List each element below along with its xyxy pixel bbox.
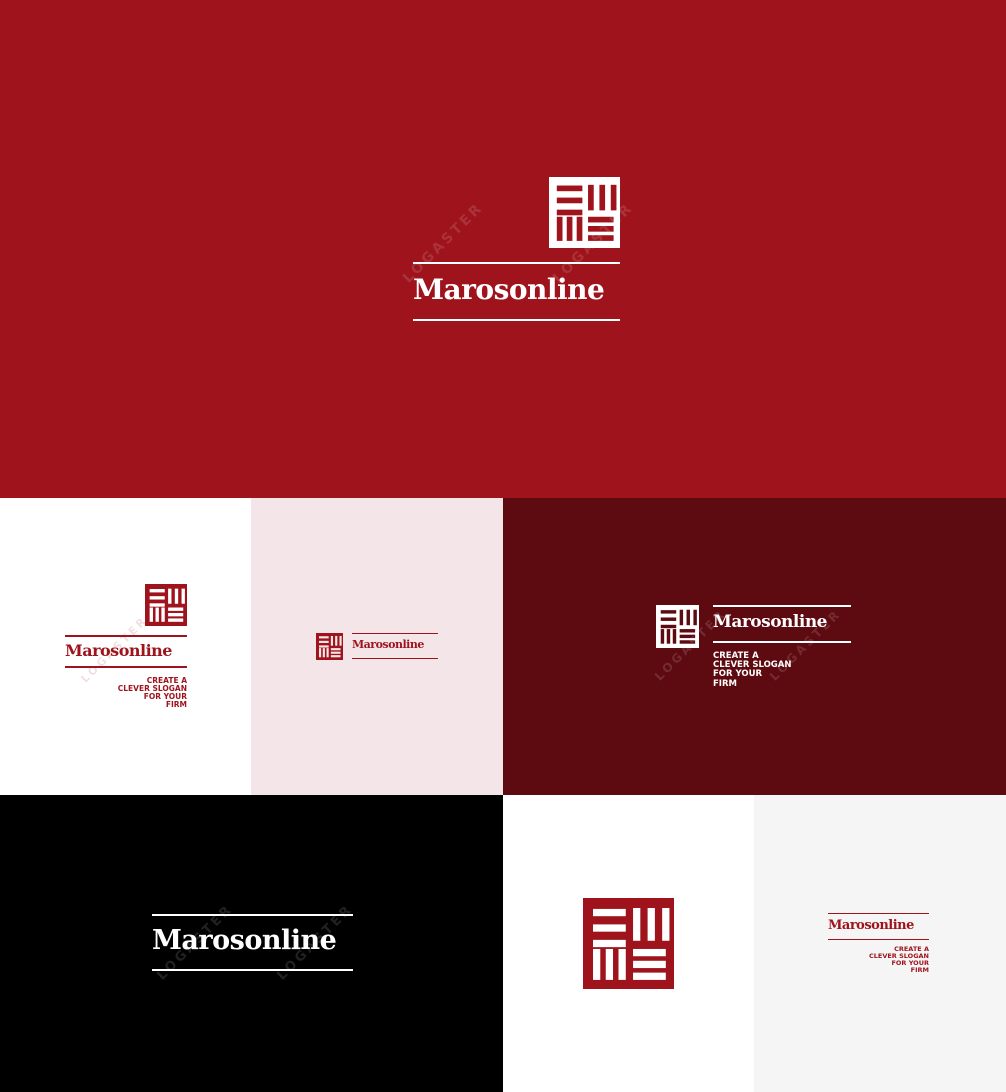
black-panel: Marosonline LOGASTER LOGASTER (0, 795, 503, 1092)
hero-panel: Marosonline LOGASTER LOGASTER (0, 0, 1006, 498)
maze-square-icon (583, 898, 674, 989)
slogan: CREATE A CLEVER SLOGAN FOR YOUR FIRM (868, 945, 929, 975)
maze-square-icon (145, 584, 187, 626)
top-rule (65, 635, 187, 637)
bottom-rule (65, 666, 187, 668)
dark-red-panel: Marosonline CREATE A CLEVER SLOGAN FOR Y… (503, 498, 1006, 795)
maze-square-icon (549, 177, 620, 248)
slogan: CREATE A CLEVER SLOGAN FOR YOUR FIRM (117, 676, 187, 710)
brand-name: Marosonline (352, 638, 424, 651)
top-rule (828, 913, 929, 914)
bottom-rule (828, 939, 929, 940)
gray-panel: Marosonline CREATE A CLEVER SLOGAN FOR Y… (754, 795, 1006, 1092)
top-rule (413, 262, 620, 264)
bottom-rule (152, 969, 353, 971)
brand-name: Marosonline (65, 641, 172, 660)
top-rule (352, 633, 438, 634)
top-rule (713, 605, 851, 607)
slogan: CREATE A CLEVER SLOGAN FOR YOUR FIRM (713, 651, 792, 689)
brand-name: Marosonline (413, 273, 605, 306)
brand-name: Marosonline (828, 918, 914, 933)
brand-name: Marosonline (713, 612, 828, 632)
brand-name: Marosonline (152, 925, 337, 956)
top-rule (152, 914, 353, 916)
icon-only-panel (503, 795, 754, 1092)
bottom-rule (413, 319, 620, 321)
maze-square-icon (656, 605, 699, 648)
bottom-rule (713, 641, 851, 643)
white-panel: Marosonline CREATE A CLEVER SLOGAN FOR Y… (0, 498, 251, 795)
maze-square-icon (316, 633, 343, 660)
pink-panel: Marosonline (251, 498, 503, 795)
bottom-rule (352, 658, 438, 659)
